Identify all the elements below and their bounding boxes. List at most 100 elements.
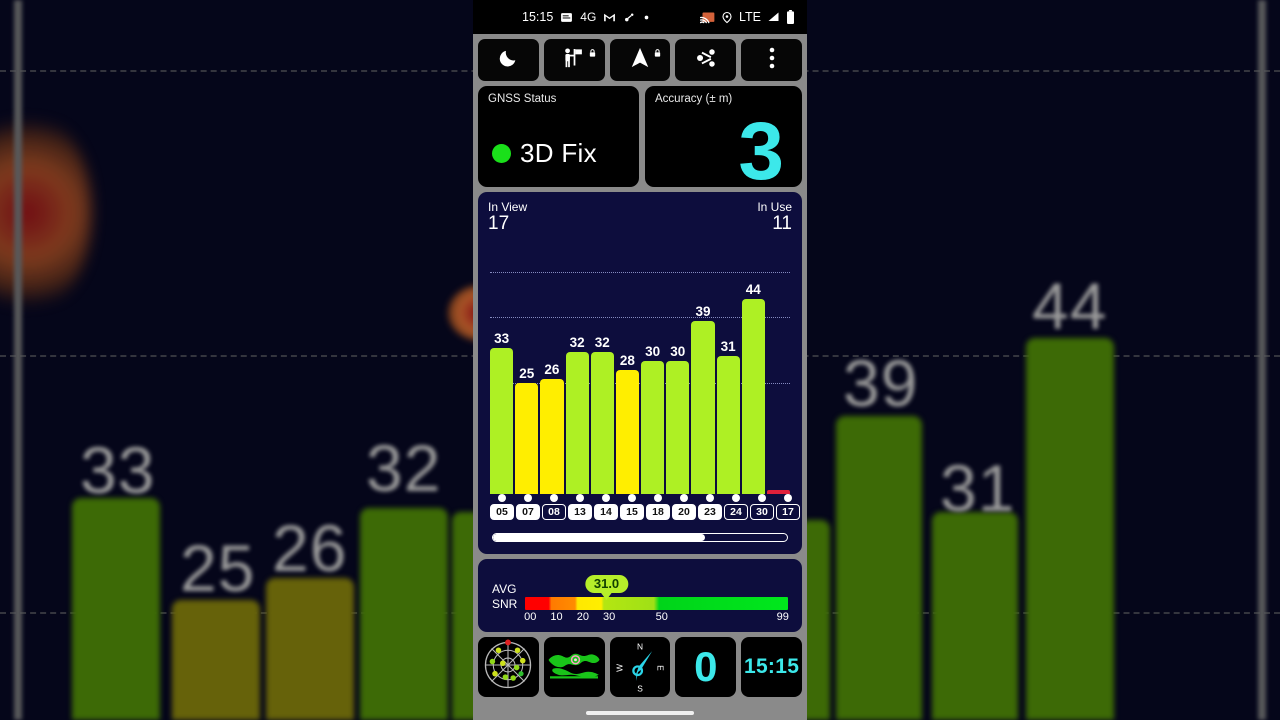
- chart-scrollbar-thumb[interactable]: [493, 534, 705, 541]
- snr-tick-label: 30: [603, 611, 616, 623]
- location-pin-icon: [721, 11, 733, 24]
- background-bar: [360, 508, 448, 720]
- chart-bar-column[interactable]: 33: [490, 250, 514, 494]
- satellite-id-badge: 30: [750, 504, 774, 520]
- signal-icon: [767, 11, 780, 23]
- chart-bar-column[interactable]: 32: [590, 250, 614, 494]
- gnss-status-card[interactable]: GNSS Status 3D Fix: [478, 86, 639, 187]
- background-bar-label: 32: [366, 431, 442, 505]
- satellite-dot: [498, 494, 506, 502]
- gnss-status-title: GNSS Status: [488, 93, 557, 105]
- satellite-id-badge: 08: [542, 504, 566, 520]
- chart-bar-column[interactable]: 28: [615, 250, 640, 494]
- chart-bar-label: 30: [645, 343, 661, 359]
- world-map-icon: [547, 648, 601, 687]
- svg-text:E: E: [656, 665, 666, 671]
- share-icon: [695, 47, 717, 74]
- background-bar: [1026, 338, 1114, 720]
- satellite-dot: [654, 494, 662, 502]
- satellite-dot: [706, 494, 714, 502]
- chart-scrollbar[interactable]: [492, 533, 788, 542]
- share-button[interactable]: [675, 39, 737, 81]
- snr-label: SNR: [492, 597, 518, 611]
- gmail-icon: [603, 11, 616, 24]
- accuracy-card[interactable]: Accuracy (± m) 3: [645, 86, 802, 193]
- compass-icon: N S E W: [612, 639, 668, 695]
- satellite-id-cell[interactable]: 14: [594, 494, 618, 520]
- compass-button[interactable]: N S E W: [609, 637, 671, 697]
- background-bar: [932, 512, 1018, 720]
- satellite-id-cell[interactable]: 13: [568, 494, 592, 520]
- snr-gauge: 31.0 00 10 20 30 50 99: [524, 575, 789, 626]
- chart-bar-column[interactable]: 32: [565, 250, 589, 494]
- svg-text:S: S: [637, 683, 643, 693]
- lock-icon: [589, 44, 596, 57]
- in-view-value: 17: [488, 213, 510, 234]
- snr-tick-label: 50: [655, 611, 668, 623]
- chart-bar-label: 32: [569, 335, 585, 351]
- home-indicator[interactable]: [586, 711, 694, 715]
- background-edge-strip: [14, 0, 22, 720]
- satellite-id-cell[interactable]: 30: [750, 494, 774, 520]
- satellite-id-row: 05 07 08 13 14 15 18 20 23 24 30 17: [490, 494, 800, 520]
- chart-bar-column[interactable]: 30: [666, 250, 690, 494]
- person-flag-icon: [562, 47, 586, 74]
- cast-icon: [700, 11, 715, 24]
- app-body: GNSS Status 3D Fix Accuracy (± m) 3 In V…: [473, 34, 807, 720]
- satellite-id-cell[interactable]: 05: [490, 494, 514, 520]
- chart-bar: [691, 320, 715, 494]
- chart-bar-label: 33: [494, 330, 510, 346]
- navigation-arrow-icon: [630, 47, 650, 74]
- chart-bar-label: 26: [544, 361, 560, 377]
- background-bar: [72, 498, 160, 720]
- top-toolbar: [478, 39, 802, 81]
- satellite-dot: [576, 494, 584, 502]
- svg-text:W: W: [614, 664, 624, 672]
- satellite-id-cell[interactable]: 20: [672, 494, 696, 520]
- snr-tick-labels: 00 10 20 30 50 99: [524, 611, 789, 626]
- chart-bar-label: 44: [745, 281, 761, 297]
- chart-bar-column[interactable]: 39: [691, 250, 715, 494]
- skyplot-button[interactable]: [478, 637, 539, 697]
- satellite-dot: [784, 494, 792, 502]
- satellite-id-cell[interactable]: 23: [698, 494, 722, 520]
- satellite-id-badge: 18: [646, 504, 670, 520]
- chart-bar: [540, 378, 564, 494]
- satellite-id-cell[interactable]: 18: [646, 494, 670, 520]
- satellite-id-cell[interactable]: 15: [620, 494, 644, 520]
- satellite-id-badge: 13: [568, 504, 592, 520]
- chart-bar-column[interactable]: 44: [741, 250, 765, 494]
- chart-bar-label: 32: [594, 335, 610, 351]
- map-button[interactable]: [543, 637, 605, 697]
- chart-bar: [615, 369, 640, 494]
- chart-bar-column[interactable]: 26: [540, 250, 564, 494]
- satellite-id-cell[interactable]: 17: [776, 494, 800, 520]
- background-bar-label: 25: [180, 531, 256, 605]
- speed-button[interactable]: 0: [675, 637, 737, 697]
- moon-icon: [497, 47, 519, 74]
- satellite-id-cell[interactable]: 08: [542, 494, 566, 520]
- chart-bar-column[interactable]: 25: [515, 250, 539, 494]
- chart-bar-column[interactable]: 30: [641, 250, 665, 494]
- night-mode-button[interactable]: [478, 39, 539, 81]
- snr-tick-label: 00: [524, 611, 537, 623]
- satellite-dot: [758, 494, 766, 502]
- in-use-label: In Use: [757, 200, 792, 214]
- accuracy-value: 3: [738, 106, 784, 197]
- background-bar-label: 39: [843, 346, 919, 420]
- status-bar-clock: 15:15: [522, 10, 554, 24]
- satellite-id-cell[interactable]: 07: [516, 494, 540, 520]
- satellite-id-cell[interactable]: 24: [724, 494, 748, 520]
- person-flag-button[interactable]: [543, 39, 605, 81]
- chart-bar-column[interactable]: 31: [716, 250, 740, 494]
- chart-plot-area: 33 25 26 32 32 28 30 30 39 31 44: [490, 250, 791, 494]
- snr-gradient-bar: [525, 597, 788, 610]
- chart-bar-column[interactable]: [766, 250, 791, 494]
- clock-button[interactable]: 15:15: [741, 637, 802, 697]
- status-bar: 15:15 4G LTE: [473, 0, 807, 34]
- overflow-menu-button[interactable]: [741, 39, 802, 81]
- satellite-dot: [680, 494, 688, 502]
- navigation-button[interactable]: [609, 39, 671, 81]
- satellite-chart-panel[interactable]: In View 17 In Use 11 33 25 26 32 32 28 30 30 39 3…: [478, 192, 802, 554]
- background-bar-label: 26: [272, 511, 348, 585]
